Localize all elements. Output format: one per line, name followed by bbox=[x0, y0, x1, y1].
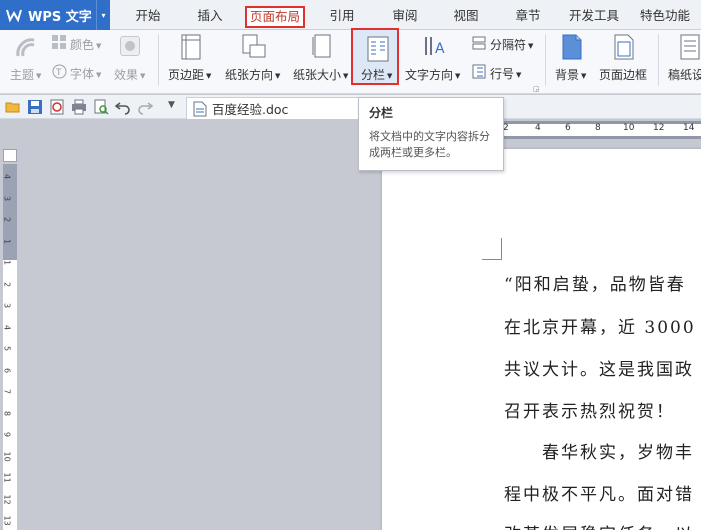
text-direction-icon: A bbox=[425, 37, 445, 57]
document-icon bbox=[193, 101, 207, 116]
tab-home[interactable]: 开始 bbox=[128, 6, 168, 28]
ruler-number: 12 bbox=[653, 123, 665, 133]
line-numbers-button[interactable]: 行号 ▼ bbox=[490, 65, 521, 82]
ruler-number: 9 bbox=[2, 431, 12, 438]
ruler-number: 4 bbox=[2, 173, 12, 180]
fonts-button[interactable]: 字体 ▼ bbox=[70, 65, 101, 82]
line-numbers-icon bbox=[472, 64, 486, 79]
app-menu-button[interactable]: WPS 文字 ▾ bbox=[0, 0, 110, 30]
tab-insert[interactable]: 插入 bbox=[190, 6, 230, 28]
columns-tooltip: 分栏 将文档中的文字内容拆分成两栏或更多栏。 bbox=[358, 97, 504, 171]
tab-view[interactable]: 视图 bbox=[446, 6, 486, 28]
page-text-line: 改革发展稳定任务，以 bbox=[504, 520, 694, 530]
ruler-number: 1 bbox=[2, 238, 12, 244]
draft-paper-button[interactable]: 稿纸设 bbox=[668, 66, 701, 83]
print-icon[interactable] bbox=[71, 99, 87, 115]
tab-page-layout[interactable]: 页面布局 bbox=[245, 6, 305, 28]
ruler-number: 7 bbox=[2, 388, 12, 395]
tab-features[interactable]: 特色功能 bbox=[636, 6, 694, 28]
tab-developer[interactable]: 开发工具 bbox=[565, 6, 623, 28]
theme-icon bbox=[16, 38, 35, 57]
ruler-number: 12 bbox=[2, 494, 12, 505]
ruler-tab-selector[interactable] bbox=[3, 149, 17, 162]
breaks-icon bbox=[472, 36, 486, 50]
svg-text:T: T bbox=[55, 68, 62, 78]
page-borders-icon bbox=[614, 34, 634, 60]
dialog-launcher-icon[interactable]: ◲ bbox=[533, 85, 540, 93]
print-preview-icon[interactable] bbox=[93, 99, 109, 115]
ruler-number: 5 bbox=[2, 345, 12, 352]
page-size-button[interactable]: 纸张大小 ▼ bbox=[293, 66, 348, 83]
page-text-line: “阳和启蛰，品物皆春 bbox=[504, 275, 686, 295]
ruler-number: 3 bbox=[2, 195, 12, 201]
svg-text:A: A bbox=[435, 41, 445, 57]
ruler-number: 10 bbox=[623, 123, 635, 133]
ruler-number: 2 bbox=[2, 216, 12, 223]
colors-icon bbox=[52, 35, 66, 49]
ruler-number: 4 bbox=[535, 123, 541, 133]
ruler-number: 4 bbox=[2, 324, 12, 330]
orientation-icon bbox=[242, 34, 266, 58]
page-text-line: 共议大计。这是我国政 bbox=[504, 360, 694, 380]
save-icon[interactable] bbox=[27, 99, 43, 115]
page-size-icon bbox=[312, 34, 331, 58]
effects-icon bbox=[120, 36, 140, 56]
margins-icon bbox=[181, 34, 201, 60]
ruler-number: 13 bbox=[2, 515, 12, 526]
export-pdf-icon[interactable] bbox=[49, 99, 65, 115]
fonts-icon: T bbox=[52, 64, 67, 79]
margin-corner-mark bbox=[482, 238, 502, 260]
theme-button[interactable]: 主题 ▼ bbox=[10, 66, 41, 83]
tab-chapter[interactable]: 章节 bbox=[508, 6, 548, 28]
ruler-number: 8 bbox=[2, 410, 12, 416]
background-button[interactable]: 背景 ▼ bbox=[555, 66, 586, 83]
text-direction-button[interactable]: 文字方向 ▼ bbox=[405, 66, 460, 83]
draft-paper-icon bbox=[680, 34, 700, 60]
tooltip-title: 分栏 bbox=[369, 106, 394, 120]
wps-logo-icon bbox=[6, 9, 22, 23]
ruler-number: 2 bbox=[2, 281, 12, 287]
undo-icon[interactable] bbox=[115, 99, 131, 115]
document-tab-label: 百度经验.doc bbox=[212, 102, 289, 117]
page-text-line: 召开表示热烈祝贺！ bbox=[504, 402, 675, 422]
ruler-number: 6 bbox=[565, 123, 571, 133]
customize-toolbar-icon[interactable]: ▼ bbox=[168, 100, 175, 110]
background-icon bbox=[562, 34, 582, 60]
tab-references[interactable]: 引用 bbox=[322, 6, 362, 28]
chevron-down-icon[interactable]: ▾ bbox=[96, 0, 110, 30]
app-title: WPS 文字 bbox=[28, 9, 92, 25]
page-borders-button[interactable]: 页面边框 bbox=[599, 66, 647, 83]
ruler-number: 3 bbox=[2, 302, 12, 309]
effects-button[interactable]: 效果 ▼ bbox=[114, 66, 145, 83]
ruler-number: 8 bbox=[595, 123, 601, 133]
horizontal-ruler[interactable]: 2 4 6 8 10 12 14 bbox=[503, 121, 701, 139]
breaks-button[interactable]: 分隔符 ▼ bbox=[490, 36, 533, 53]
tooltip-body: 将文档中的文字内容拆分成两栏或更多栏。 bbox=[369, 130, 490, 159]
colors-button[interactable]: 颜色 ▼ bbox=[70, 36, 101, 53]
redo-icon[interactable] bbox=[137, 99, 153, 115]
ruler-number: 1 bbox=[2, 259, 12, 266]
document-page[interactable] bbox=[382, 149, 701, 530]
ruler-number: 10 bbox=[2, 451, 12, 462]
ruler-number: 6 bbox=[2, 367, 12, 373]
open-folder-icon[interactable] bbox=[5, 99, 21, 115]
tab-review[interactable]: 审阅 bbox=[385, 6, 425, 28]
ruler-number: 11 bbox=[2, 472, 12, 483]
columns-button[interactable]: 分栏 ▼ bbox=[361, 66, 392, 83]
columns-icon bbox=[367, 36, 389, 62]
page-text-line: 在北京开幕，近 3000 bbox=[504, 318, 696, 338]
page-text-line: 程中极不平凡。面对错 bbox=[504, 485, 694, 505]
margins-button[interactable]: 页边距 ▼ bbox=[168, 66, 211, 83]
ruler-number: 14 bbox=[683, 123, 695, 133]
page-text-line: 春华秋实，岁物丰 bbox=[504, 443, 694, 463]
orientation-button[interactable]: 纸张方向 ▼ bbox=[225, 66, 280, 83]
document-tab[interactable]: 百度经验.doc bbox=[186, 97, 361, 119]
